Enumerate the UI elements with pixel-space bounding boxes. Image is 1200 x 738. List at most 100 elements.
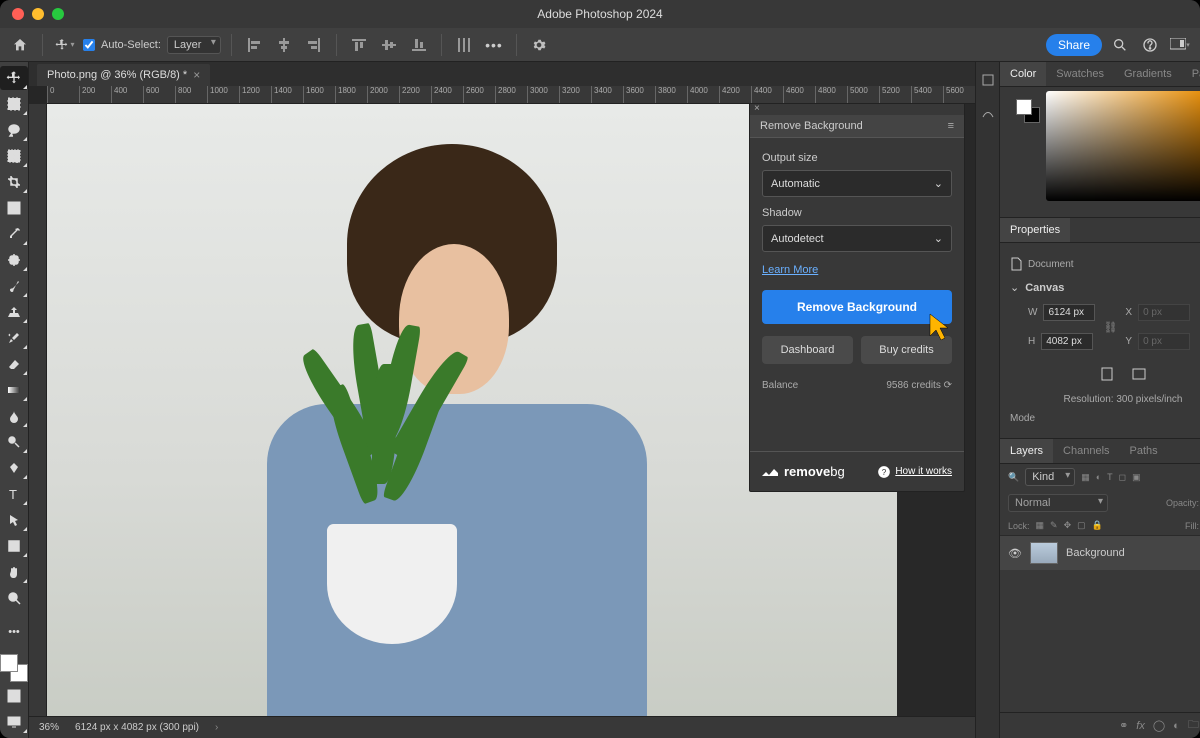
blur-tool[interactable] bbox=[0, 404, 28, 428]
lock-image-icon[interactable]: ✎ bbox=[1050, 520, 1058, 531]
how-it-works-link[interactable]: ? How it works bbox=[877, 465, 952, 479]
dodge-tool[interactable] bbox=[0, 430, 28, 454]
canvas[interactable]: × Remove Background ≡ Output size Automa… bbox=[47, 104, 975, 716]
shadow-select[interactable]: Autodetect⌄ bbox=[762, 225, 952, 252]
home-button[interactable] bbox=[8, 33, 32, 57]
auto-select-dropdown[interactable]: Layer bbox=[167, 35, 221, 54]
help-icon[interactable] bbox=[1138, 33, 1162, 57]
output-size-select[interactable]: Automatic⌄ bbox=[762, 170, 952, 197]
adjustment-icon[interactable]: ◐ bbox=[1173, 720, 1180, 732]
color-fg-bg-swatch[interactable] bbox=[1016, 99, 1040, 123]
link-icon[interactable]: ⛓ bbox=[1103, 321, 1117, 334]
close-window[interactable] bbox=[12, 8, 24, 20]
remove-background-button[interactable]: Remove Background bbox=[762, 290, 952, 324]
filter-type-icon[interactable]: T bbox=[1107, 472, 1113, 482]
color-field[interactable] bbox=[1046, 91, 1200, 201]
align-center-h-icon[interactable] bbox=[272, 33, 296, 57]
canvas-section[interactable]: ⌄ Canvas bbox=[1010, 275, 1200, 300]
dock-icon-1[interactable] bbox=[976, 68, 1000, 92]
tab-gradients[interactable]: Gradients bbox=[1114, 62, 1182, 86]
align-right-icon[interactable] bbox=[302, 33, 326, 57]
screen-mode[interactable] bbox=[0, 710, 28, 734]
zoom-level[interactable]: 36% bbox=[39, 722, 59, 733]
hand-tool[interactable] bbox=[0, 560, 28, 584]
gear-icon[interactable] bbox=[527, 33, 551, 57]
lock-position-icon[interactable]: ✥ bbox=[1064, 520, 1072, 531]
healing-tool[interactable] bbox=[0, 248, 28, 272]
filter-adjust-icon[interactable]: ◐ bbox=[1096, 472, 1101, 482]
tab-paths[interactable]: Paths bbox=[1120, 439, 1168, 463]
orientation-portrait-icon[interactable] bbox=[1095, 362, 1119, 386]
align-top-icon[interactable] bbox=[347, 33, 371, 57]
more-options-icon[interactable]: ••• bbox=[482, 33, 506, 57]
dashboard-button[interactable]: Dashboard bbox=[762, 336, 853, 364]
object-select-tool[interactable] bbox=[0, 144, 28, 168]
orientation-landscape-icon[interactable] bbox=[1127, 362, 1151, 386]
tab-patterns[interactable]: Patterns bbox=[1182, 62, 1200, 86]
filter-shape-icon[interactable]: ◻ bbox=[1119, 472, 1126, 483]
filter-smart-icon[interactable]: ▣ bbox=[1132, 472, 1141, 483]
kind-filter[interactable]: Kind bbox=[1025, 468, 1075, 486]
height-input[interactable] bbox=[1041, 333, 1093, 350]
edit-toolbar[interactable]: ••• bbox=[0, 620, 28, 644]
zoom-tool[interactable] bbox=[0, 586, 28, 610]
fx-icon[interactable]: fx bbox=[1136, 720, 1145, 732]
type-tool[interactable]: T bbox=[0, 482, 28, 506]
maximize-window[interactable] bbox=[52, 8, 64, 20]
move-tool-icon[interactable]: ▾ bbox=[53, 33, 77, 57]
layer-background[interactable]: 👁 Background 🔒 bbox=[1000, 535, 1200, 570]
ruler-horizontal[interactable]: 0200400600800100012001400160018002000220… bbox=[47, 86, 975, 104]
ruler-vertical[interactable] bbox=[29, 104, 47, 716]
shape-tool[interactable] bbox=[0, 534, 28, 558]
align-bottom-icon[interactable] bbox=[407, 33, 431, 57]
doc-dimensions[interactable]: 6124 px x 4082 px (300 ppi) bbox=[75, 722, 199, 733]
path-select-tool[interactable] bbox=[0, 508, 28, 532]
filter-icon[interactable]: 🔍 bbox=[1008, 472, 1019, 483]
frame-tool[interactable] bbox=[0, 196, 28, 220]
tab-layers[interactable]: Layers bbox=[1000, 439, 1053, 463]
lasso-tool[interactable] bbox=[0, 118, 28, 142]
blend-mode-select[interactable]: Normal bbox=[1008, 494, 1108, 512]
tab-color[interactable]: Color bbox=[1000, 62, 1046, 86]
distribute-icon[interactable] bbox=[452, 33, 476, 57]
lock-all-icon[interactable]: 🔒 bbox=[1092, 520, 1103, 531]
link-layers-icon[interactable]: ⚭ bbox=[1119, 719, 1128, 732]
status-chevron-icon[interactable]: › bbox=[215, 722, 218, 733]
eyedropper-tool[interactable] bbox=[0, 222, 28, 246]
gradient-tool[interactable] bbox=[0, 378, 28, 402]
panel-close-icon[interactable]: × bbox=[754, 104, 760, 114]
learn-more-link[interactable]: Learn More bbox=[762, 264, 952, 276]
close-tab-icon[interactable]: × bbox=[193, 68, 200, 82]
layer-thumbnail[interactable] bbox=[1030, 542, 1058, 564]
history-brush-tool[interactable] bbox=[0, 326, 28, 350]
filter-pixel-icon[interactable]: ▦ bbox=[1081, 472, 1090, 483]
pen-tool[interactable] bbox=[0, 456, 28, 480]
panel-menu-icon[interactable]: ≡ bbox=[948, 120, 954, 132]
visibility-icon[interactable]: 👁 bbox=[1008, 547, 1022, 560]
width-input[interactable] bbox=[1043, 304, 1095, 321]
tab-swatches[interactable]: Swatches bbox=[1046, 62, 1114, 86]
align-left-icon[interactable] bbox=[242, 33, 266, 57]
refresh-icon[interactable]: ⟳ bbox=[944, 380, 952, 391]
brush-tool[interactable] bbox=[0, 274, 28, 298]
eraser-tool[interactable] bbox=[0, 352, 28, 376]
marquee-tool[interactable] bbox=[0, 92, 28, 116]
clone-stamp-tool[interactable] bbox=[0, 300, 28, 324]
align-middle-icon[interactable] bbox=[377, 33, 401, 57]
auto-select-checkbox[interactable] bbox=[83, 39, 95, 51]
minimize-window[interactable] bbox=[32, 8, 44, 20]
search-icon[interactable] bbox=[1108, 33, 1132, 57]
mask-icon[interactable]: ◯ bbox=[1153, 719, 1165, 732]
move-tool[interactable] bbox=[0, 66, 28, 90]
file-tab[interactable]: Photo.png @ 36% (RGB/8) * × bbox=[37, 64, 210, 86]
color-swatches[interactable] bbox=[0, 654, 28, 682]
dock-icon-2[interactable] bbox=[976, 102, 1000, 126]
group-icon[interactable]: 🗀 bbox=[1188, 716, 1199, 735]
tab-channels[interactable]: Channels bbox=[1053, 439, 1119, 463]
share-button[interactable]: Share bbox=[1046, 34, 1102, 56]
quick-mask[interactable] bbox=[0, 684, 28, 708]
workspace-icon[interactable]: ▾ bbox=[1168, 33, 1192, 57]
lock-transparent-icon[interactable]: ▦ bbox=[1036, 520, 1045, 531]
lock-artboard-icon[interactable]: ▢ bbox=[1077, 520, 1086, 531]
tab-properties[interactable]: Properties bbox=[1000, 218, 1070, 242]
